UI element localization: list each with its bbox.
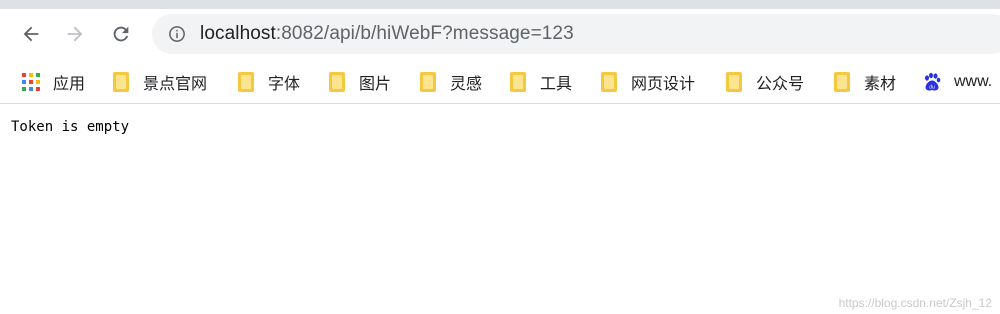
bookmark-folder[interactable]: 图片 xyxy=(329,68,391,96)
bookmark-label: 灵感 xyxy=(450,76,483,93)
bookmark-folder[interactable]: 灵感 xyxy=(420,68,482,96)
folder-icon xyxy=(726,72,742,92)
address-bar[interactable]: localhost:8082/api/b/hiWebF?message=123 xyxy=(152,14,1000,54)
info-icon[interactable] xyxy=(168,25,186,43)
folder-icon xyxy=(834,72,850,92)
forward-button[interactable] xyxy=(62,21,88,47)
url-host: localhost xyxy=(200,23,276,44)
browser-toolbar: localhost:8082/api/b/hiWebF?message=123 xyxy=(0,9,1000,61)
bookmark-label: 景点官网 xyxy=(143,76,208,93)
folder-icon xyxy=(238,72,254,92)
bookmark-label: 应用 xyxy=(53,76,86,93)
tab-strip xyxy=(0,0,1000,9)
watermark: https://blog.csdn.net/Zsjh_12 xyxy=(838,296,992,310)
folder-icon xyxy=(113,72,129,92)
folder-icon xyxy=(601,72,617,92)
apps-grid-icon xyxy=(22,73,40,91)
bookmark-folder[interactable]: 公众号 xyxy=(726,68,804,96)
bookmark-label: 图片 xyxy=(359,76,392,93)
url-text: localhost:8082/api/b/hiWebF?message=123 xyxy=(200,23,574,45)
reload-button[interactable] xyxy=(108,21,134,47)
bookmark-folder[interactable]: 网页设计 xyxy=(601,68,695,96)
response-text: Token is empty xyxy=(11,119,130,135)
folder-icon xyxy=(329,72,345,92)
bookmark-baidu[interactable]: du www. xyxy=(922,68,992,96)
bookmark-folder[interactable]: 景点官网 xyxy=(113,68,207,96)
bookmark-folder[interactable]: 工具 xyxy=(510,68,572,96)
bookmark-folder[interactable]: 素材 xyxy=(834,68,896,96)
svg-text:du: du xyxy=(929,85,935,91)
bookmark-apps[interactable]: 应用 xyxy=(22,68,85,96)
bookmark-label: 工具 xyxy=(540,76,573,93)
url-path: :8082/api/b/hiWebF?message=123 xyxy=(275,23,574,44)
forward-arrow-icon xyxy=(67,26,83,42)
baidu-paw-icon: du xyxy=(925,72,941,91)
reload-icon xyxy=(113,26,129,42)
back-arrow-icon xyxy=(23,26,39,42)
bookmark-folder[interactable]: 字体 xyxy=(238,68,300,96)
page-content: Token is empty xyxy=(11,119,129,135)
bookmarks-bar: 应用 景点官网 字体 图片 灵感 工具 网页设计 公众号 素材 du www. xyxy=(0,61,1000,104)
folder-icon xyxy=(420,72,436,92)
folder-icon xyxy=(510,72,526,92)
bookmark-label: 字体 xyxy=(268,76,301,93)
back-button[interactable] xyxy=(18,21,44,47)
bookmark-label: 素材 xyxy=(864,76,897,93)
bookmark-label: 网页设计 xyxy=(631,76,696,93)
bookmark-label: www. xyxy=(954,73,993,90)
bookmark-label: 公众号 xyxy=(756,76,805,93)
